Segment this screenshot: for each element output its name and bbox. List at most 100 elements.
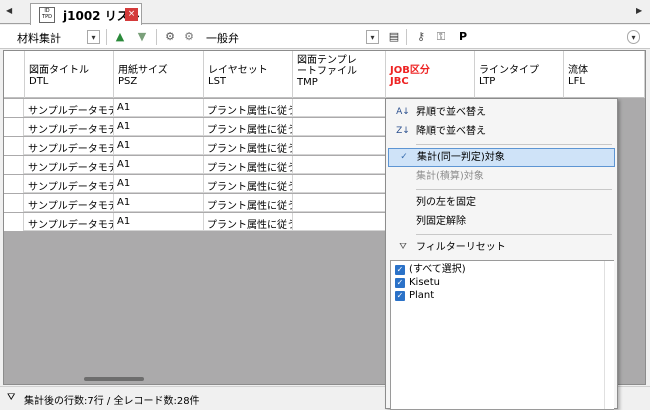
filter-item-kisetu[interactable]: ✓ Kisetu: [393, 276, 440, 290]
column-header-lst[interactable]: レイヤセット LST: [204, 51, 293, 98]
checkbox-checked-icon[interactable]: ✓: [395, 278, 405, 288]
filter-icon: ⛛: [399, 242, 407, 252]
cell-dtl[interactable]: サンプルデータモデ...: [25, 213, 114, 231]
menu-unfreeze[interactable]: 列固定解除: [388, 212, 615, 231]
tab-scroll-left-icon[interactable]: ◀: [6, 6, 12, 15]
menu-freeze-left[interactable]: 列の左を固定: [388, 193, 615, 212]
export-icon[interactable]: ▤: [387, 29, 401, 44]
filter-item-label: (すべて選択): [409, 264, 466, 275]
tab-j1002-list[interactable]: ID TPD j1002 リスト ×: [30, 3, 142, 25]
filter-select-all[interactable]: ✓ (すべて選択): [393, 263, 466, 277]
row-header[interactable]: [4, 213, 24, 231]
toolbar-divider: [106, 29, 107, 45]
menu-item-label: 昇順で並べ替え: [416, 107, 486, 118]
cell-psz[interactable]: A1: [114, 175, 204, 193]
menu-item-label: 降順で並べ替え: [416, 126, 486, 137]
row-header[interactable]: [4, 137, 24, 155]
row-header[interactable]: [4, 175, 24, 193]
menu-item-label: 列の左を固定: [416, 197, 476, 208]
row-header[interactable]: [4, 194, 24, 212]
cell-psz[interactable]: A1: [114, 156, 204, 174]
cell-psz[interactable]: A1: [114, 99, 204, 117]
column-settings-alt-icon[interactable]: ⚙: [182, 29, 196, 44]
checkbox-checked-icon[interactable]: ✓: [395, 265, 405, 275]
column-label: 流体: [568, 65, 588, 76]
toolbar-divider: [156, 29, 157, 45]
menu-sort-descending[interactable]: Z↓ 降順で並べ替え: [388, 122, 615, 141]
template-select[interactable]: 一般弁: [206, 30, 239, 46]
close-tab-button[interactable]: ×: [125, 8, 138, 21]
sort-descending-icon: Z↓: [396, 126, 410, 136]
filter-item-plant[interactable]: ✓ Plant: [393, 289, 434, 303]
checkbox-checked-icon[interactable]: ✓: [395, 291, 405, 301]
cell-tmp[interactable]: [293, 213, 386, 231]
table-row[interactable]: サンプルデータモデ... A1 プラント属性に従う...: [4, 156, 389, 174]
table-row[interactable]: サンプルデータモデ... A1 プラント属性に従う...: [4, 118, 389, 136]
view-select-dropdown-button[interactable]: ▾: [87, 30, 100, 44]
menu-item-label: 列固定解除: [416, 216, 466, 227]
template-select-dropdown-button[interactable]: ▾: [366, 30, 379, 44]
lock-icon[interactable]: ⚿: [434, 29, 448, 44]
cell-psz[interactable]: A1: [114, 194, 204, 212]
cell-dtl[interactable]: サンプルデータモデ...: [25, 137, 114, 155]
menu-item-label: 集計(同一判定)対象: [417, 152, 505, 163]
filter-list-scrollbar[interactable]: [604, 261, 614, 409]
tab-scroll-right-icon[interactable]: ▶: [636, 6, 642, 15]
key-icon[interactable]: ⚷: [414, 29, 428, 44]
column-header-tmp[interactable]: 図面テンプレートファイル TMP: [293, 51, 386, 98]
menu-aggregate-same[interactable]: ✓ 集計(同一判定)対象: [388, 148, 615, 167]
cell-tmp[interactable]: [293, 175, 386, 193]
table-row[interactable]: サンプルデータモデ... A1 プラント属性に従う...: [4, 213, 389, 231]
column-header-ltp[interactable]: ラインタイプ LTP: [475, 51, 564, 98]
menu-filter-reset[interactable]: ⛛ フィルターリセット: [388, 238, 615, 257]
menu-divider: [416, 144, 612, 145]
menu-divider: [416, 189, 612, 190]
cell-lst[interactable]: プラント属性に従う...: [204, 175, 293, 193]
column-header-psz[interactable]: 用紙サイズ PSZ: [114, 51, 204, 98]
cell-psz[interactable]: A1: [114, 118, 204, 136]
menu-sort-ascending[interactable]: A↓ 昇順で並べ替え: [388, 103, 615, 122]
row-header[interactable]: [4, 156, 24, 174]
horizontal-scrollbar-thumb[interactable]: [84, 377, 144, 381]
cell-tmp[interactable]: [293, 118, 386, 136]
cell-lst[interactable]: プラント属性に従う...: [204, 137, 293, 155]
cell-tmp[interactable]: [293, 156, 386, 174]
column-settings-icon[interactable]: ⚙: [163, 29, 177, 44]
cell-lst[interactable]: プラント属性に従う...: [204, 194, 293, 212]
column-label: 用紙サイズ: [118, 65, 168, 76]
cell-lst[interactable]: プラント属性に従う...: [204, 118, 293, 136]
move-up-icon[interactable]: ▲: [113, 29, 127, 44]
cell-lst[interactable]: プラント属性に従う...: [204, 99, 293, 117]
toolbar-divider: [406, 29, 407, 45]
cell-dtl[interactable]: サンプルデータモデ...: [25, 118, 114, 136]
move-down-icon[interactable]: ▼: [135, 29, 149, 44]
column-header-jbc[interactable]: JOB区分 JBC: [386, 51, 475, 98]
row-header[interactable]: [4, 118, 24, 136]
cell-psz[interactable]: A1: [114, 213, 204, 231]
column-header-dtl[interactable]: 図面タイトル DTL: [25, 51, 114, 98]
extra-label: P: [459, 30, 468, 43]
cell-tmp[interactable]: [293, 99, 386, 117]
cell-psz[interactable]: A1: [114, 137, 204, 155]
filter-value-list[interactable]: ✓ (すべて選択) ✓ Kisetu ✓ Plant: [390, 260, 614, 410]
cell-lst[interactable]: プラント属性に従う...: [204, 213, 293, 231]
cell-lst[interactable]: プラント属性に従う...: [204, 156, 293, 174]
table-row[interactable]: サンプルデータモデ... A1 プラント属性に従う...: [4, 99, 389, 117]
cell-dtl[interactable]: サンプルデータモデ...: [25, 175, 114, 193]
column-header-lfl[interactable]: 流体 LFL: [564, 51, 645, 98]
cell-tmp[interactable]: [293, 194, 386, 212]
cell-dtl[interactable]: サンプルデータモデ...: [25, 194, 114, 212]
cell-tmp[interactable]: [293, 137, 386, 155]
cell-dtl[interactable]: サンプルデータモデ...: [25, 156, 114, 174]
table-row[interactable]: サンプルデータモデ... A1 プラント属性に従う...: [4, 175, 389, 193]
column-code: TMP: [297, 77, 318, 88]
column-label: 図面タイトル: [29, 65, 89, 76]
row-header[interactable]: [4, 99, 24, 117]
menu-item-label: 集計(積算)対象: [416, 171, 484, 182]
toolbar-overflow-button[interactable]: ▾: [627, 30, 640, 44]
table-row[interactable]: サンプルデータモデ... A1 プラント属性に従う...: [4, 137, 389, 155]
table-row[interactable]: サンプルデータモデ... A1 プラント属性に従う...: [4, 194, 389, 212]
cell-dtl[interactable]: サンプルデータモデ...: [25, 99, 114, 117]
view-select[interactable]: 材料集計: [17, 30, 61, 46]
sort-ascending-icon: A↓: [396, 107, 410, 117]
